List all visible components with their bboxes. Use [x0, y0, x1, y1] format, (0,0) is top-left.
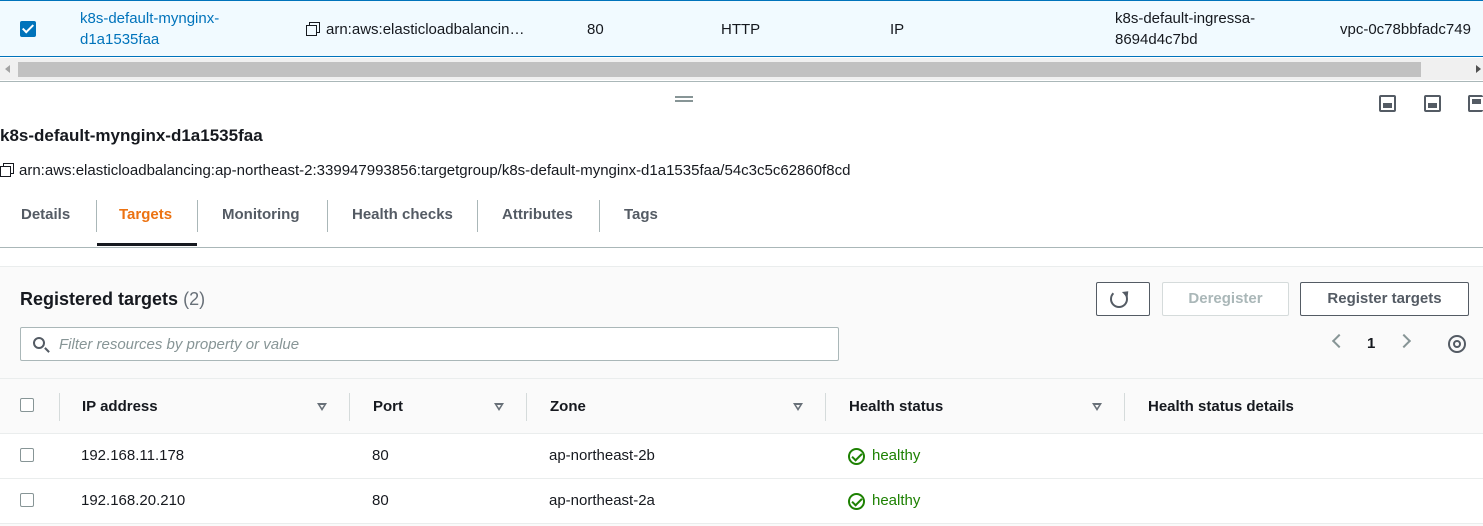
- column-header-health-status[interactable]: Health status: [849, 398, 943, 415]
- sort-icon[interactable]: [494, 403, 504, 411]
- refresh-button[interactable]: [1096, 282, 1150, 316]
- healthy-check-icon: [848, 493, 865, 510]
- arn-cell: arn:aws:elasticloadbalancin…: [306, 19, 524, 40]
- select-all-checkbox[interactable]: [20, 398, 34, 412]
- ip-address-cell: 192.168.11.178: [81, 447, 185, 464]
- scrollbar-thumb[interactable]: [18, 62, 1421, 77]
- scroll-left-arrow-icon[interactable]: [5, 65, 10, 73]
- registered-targets-title: Registered targets: [20, 289, 179, 309]
- tab-tags[interactable]: Tags: [624, 197, 658, 247]
- deregister-button[interactable]: Deregister: [1162, 282, 1289, 316]
- column-header-zone[interactable]: Zone: [550, 398, 586, 415]
- tab-attributes[interactable]: Attributes: [502, 197, 573, 247]
- tab-details[interactable]: Details: [21, 197, 70, 247]
- health-status-cell: healthy: [872, 447, 921, 464]
- split-bottom-alt-icon[interactable]: [1424, 95, 1441, 112]
- arn-text: arn:aws:elasticloadbalancin…: [326, 21, 525, 38]
- tab-separator: [197, 200, 198, 232]
- lb-line-1: k8s-default-ingressa-: [1115, 10, 1256, 27]
- zone-cell: ap-northeast-2a: [549, 492, 655, 509]
- horizontal-scrollbar[interactable]: [0, 58, 1483, 80]
- targets-table-header: IP address Port Zone Health status Healt…: [0, 378, 1483, 434]
- column-header-port[interactable]: Port: [373, 398, 403, 415]
- split-side-icon[interactable]: [1468, 95, 1483, 112]
- column-separator[interactable]: [349, 393, 350, 421]
- search-icon: [33, 337, 45, 349]
- tab-health-checks[interactable]: Health checks: [352, 197, 453, 247]
- tab-monitoring[interactable]: Monitoring: [222, 197, 299, 247]
- column-header-health-status-details[interactable]: Health status details: [1148, 398, 1294, 415]
- port-cell: 80: [372, 447, 389, 464]
- filter-search-box[interactable]: [20, 327, 839, 361]
- active-tab-indicator: [97, 243, 197, 246]
- load-balancer-cell: k8s-default-ingressa- 8694d4c7bd: [1115, 8, 1255, 50]
- name-line-1: k8s-default-mynginx-: [80, 10, 220, 27]
- filter-input[interactable]: [59, 333, 819, 355]
- detail-title: k8s-default-mynginx-d1a1535faa: [0, 126, 263, 145]
- current-page-number[interactable]: 1: [1367, 335, 1375, 352]
- table-row[interactable]: 192.168.20.210 80 ap-northeast-2a health…: [0, 479, 1483, 524]
- tab-separator: [599, 200, 600, 232]
- port-cell: 80: [587, 21, 604, 38]
- split-divider: [0, 81, 1483, 82]
- copy-arn-icon[interactable]: [0, 163, 14, 177]
- registered-targets-count: (2): [183, 289, 206, 309]
- vpc-cell: vpc-0c78bbfadc749: [1340, 21, 1471, 38]
- column-header-ip-address[interactable]: IP address: [82, 398, 158, 415]
- tab-separator: [477, 200, 478, 232]
- refresh-icon: [1110, 290, 1128, 308]
- column-separator[interactable]: [1124, 393, 1125, 421]
- column-separator[interactable]: [825, 393, 826, 421]
- lb-line-2: 8694d4c7bd: [1115, 31, 1198, 48]
- name-line-2: d1a1535faa: [80, 31, 160, 48]
- ip-address-cell: 192.168.20.210: [81, 492, 186, 509]
- sort-icon[interactable]: [1092, 403, 1102, 411]
- health-status-cell: healthy: [872, 492, 921, 509]
- zone-cell: ap-northeast-2b: [549, 447, 655, 464]
- drag-handle-icon[interactable]: [675, 96, 693, 102]
- scroll-right-arrow-icon[interactable]: [1476, 65, 1481, 73]
- target-type-cell: IP: [890, 21, 905, 38]
- port-cell: 80: [372, 492, 389, 509]
- copy-icon[interactable]: [306, 22, 320, 36]
- tab-bar: Details Targets Monitoring Health checks…: [0, 197, 1483, 248]
- sort-icon[interactable]: [793, 403, 803, 411]
- row-checkbox[interactable]: [20, 493, 34, 507]
- detail-arn: arn:aws:elasticloadbalancing:ap-northeas…: [0, 162, 850, 179]
- row-checkbox-checked[interactable]: [20, 21, 36, 37]
- selected-target-group-row[interactable]: k8s-default-mynginx- d1a1535faa arn:aws:…: [0, 0, 1483, 57]
- split-bottom-icon[interactable]: [1379, 95, 1396, 112]
- table-row[interactable]: 192.168.11.178 80 ap-northeast-2b health…: [0, 434, 1483, 479]
- healthy-check-icon: [848, 448, 865, 465]
- target-group-name-link[interactable]: k8s-default-mynginx- d1a1535faa: [80, 8, 219, 50]
- column-separator: [59, 393, 60, 421]
- tab-separator: [96, 200, 97, 232]
- registered-targets-heading: Registered targets (2): [20, 289, 205, 310]
- settings-gear-icon[interactable]: [1448, 335, 1466, 353]
- detail-arn-text: arn:aws:elasticloadbalancing:ap-northeas…: [19, 162, 851, 179]
- row-checkbox[interactable]: [20, 448, 34, 462]
- column-separator[interactable]: [526, 393, 527, 421]
- tab-separator: [327, 200, 328, 232]
- protocol-cell: HTTP: [721, 21, 761, 38]
- tab-targets[interactable]: Targets: [119, 197, 172, 247]
- sort-icon[interactable]: [317, 403, 327, 411]
- register-targets-button[interactable]: Register targets: [1300, 282, 1469, 316]
